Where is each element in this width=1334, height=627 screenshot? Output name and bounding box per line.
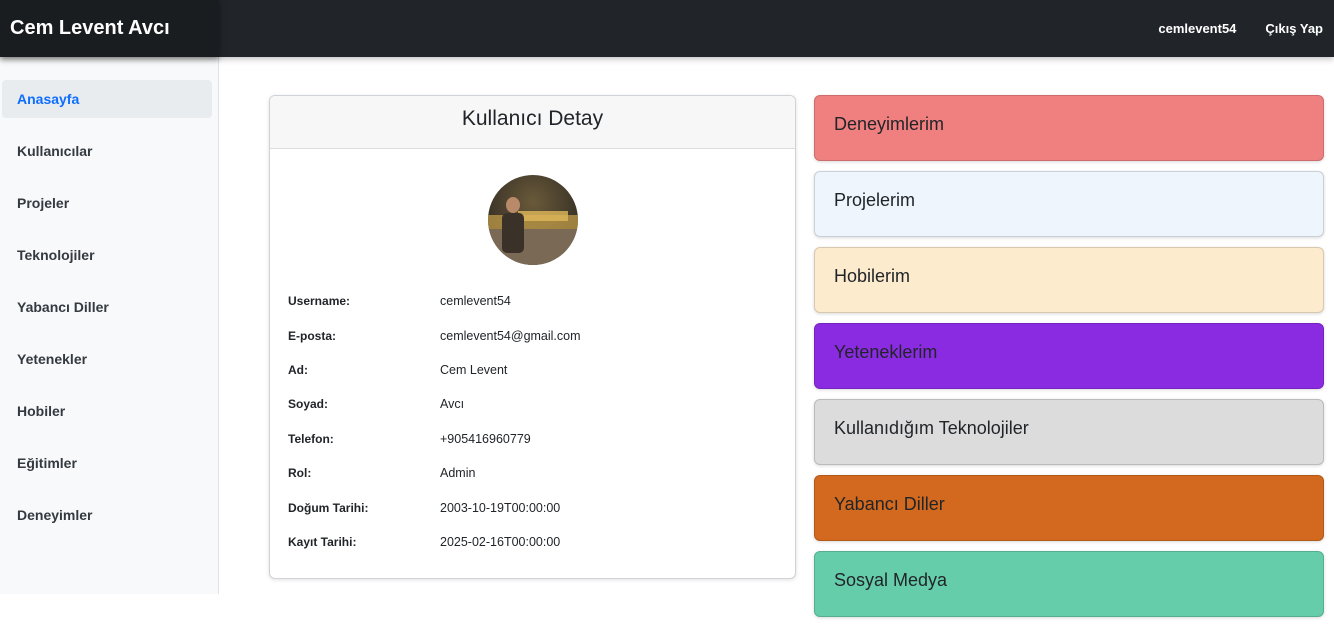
sidebar-item-yetenekler[interactable]: Yetenekler bbox=[2, 340, 212, 378]
tile-sosyal-medya[interactable]: Sosyal Medya bbox=[814, 551, 1324, 617]
navbar-right: cemlevent54 Çıkış Yap bbox=[1158, 0, 1323, 57]
sidebar-item-deneyimler[interactable]: Deneyimler bbox=[2, 496, 212, 534]
tile-yabanci-diller[interactable]: Yabancı Diller bbox=[814, 475, 1324, 541]
sidebar-item-anasayfa[interactable]: Anasayfa bbox=[2, 80, 212, 118]
detail-value: 2003-10-19T00:00:00 bbox=[440, 500, 561, 515]
avatar bbox=[487, 175, 578, 265]
detail-label: Username: bbox=[288, 294, 351, 309]
detail-label: E-posta: bbox=[288, 328, 336, 343]
detail-label: Ad: bbox=[288, 362, 308, 377]
detail-value: cemlevent54@gmail.com bbox=[440, 328, 581, 343]
tile-teknolojiler[interactable]: Kullanıdığım Teknolojiler bbox=[814, 399, 1324, 465]
card-title: Kullanıcı Detay bbox=[270, 96, 795, 149]
user-detail-card: Kullanıcı Detay Username: cemlevent54 E-… bbox=[269, 95, 796, 579]
detail-value: Cem Levent bbox=[440, 362, 508, 377]
detail-value: Avcı bbox=[440, 397, 465, 412]
username-label[interactable]: cemlevent54 bbox=[1158, 21, 1236, 36]
detail-label: Telefon: bbox=[288, 431, 334, 446]
brand-title[interactable]: Cem Levent Avcı bbox=[0, 0, 219, 57]
detail-row-username: Username: cemlevent54 bbox=[270, 284, 795, 318]
sidebar: Anasayfa Kullanıcılar Projeler Teknoloji… bbox=[0, 57, 219, 594]
detail-row-birth-date: Doğum Tarihi: 2003-10-19T00:00:00 bbox=[270, 490, 795, 524]
section-tiles: Deneyimlerim Projelerim Hobilerim Yetene… bbox=[814, 95, 1324, 627]
sidebar-item-egitimler[interactable]: Eğitimler bbox=[2, 444, 212, 482]
detail-label: Kayıt Tarihi: bbox=[288, 534, 357, 549]
detail-row-registration-date: Kayıt Tarihi: 2025-02-16T00:00:00 bbox=[270, 525, 795, 559]
sidebar-item-kullanicilar[interactable]: Kullanıcılar bbox=[2, 132, 212, 170]
detail-value: +905416960779 bbox=[440, 431, 531, 446]
tile-deneyimlerim[interactable]: Deneyimlerim bbox=[814, 95, 1324, 161]
sidebar-item-projeler[interactable]: Projeler bbox=[2, 184, 212, 222]
sidebar-item-teknolojiler[interactable]: Teknolojiler bbox=[2, 236, 212, 274]
detail-row-phone: Telefon: +905416960779 bbox=[270, 422, 795, 456]
sidebar-item-hobiler[interactable]: Hobiler bbox=[2, 392, 212, 430]
tile-hobilerim[interactable]: Hobilerim bbox=[814, 247, 1324, 313]
sidebar-item-yabanci-diller[interactable]: Yabancı Diller bbox=[2, 288, 212, 326]
top-navbar: Cem Levent Avcı cemlevent54 Çıkış Yap bbox=[0, 0, 1334, 57]
detail-row-last-name: Soyad: Avcı bbox=[270, 387, 795, 421]
detail-row-first-name: Ad: Cem Levent bbox=[270, 353, 795, 387]
logout-link[interactable]: Çıkış Yap bbox=[1265, 21, 1323, 36]
detail-value: cemlevent54 bbox=[440, 294, 511, 309]
detail-label: Doğum Tarihi: bbox=[288, 500, 369, 515]
detail-value: Admin bbox=[440, 466, 476, 481]
tile-projelerim[interactable]: Projelerim bbox=[814, 171, 1324, 237]
detail-label: Soyad: bbox=[288, 397, 329, 412]
detail-label: Rol: bbox=[288, 466, 312, 481]
user-detail-table: Username: cemlevent54 E-posta: cemlevent… bbox=[270, 284, 795, 559]
tile-yeteneklerim[interactable]: Yeteneklerim bbox=[814, 323, 1324, 389]
detail-value: 2025-02-16T00:00:00 bbox=[440, 534, 561, 549]
profile-photo bbox=[487, 175, 578, 265]
detail-row-email: E-posta: cemlevent54@gmail.com bbox=[270, 318, 795, 352]
detail-row-role: Rol: Admin bbox=[270, 456, 795, 490]
